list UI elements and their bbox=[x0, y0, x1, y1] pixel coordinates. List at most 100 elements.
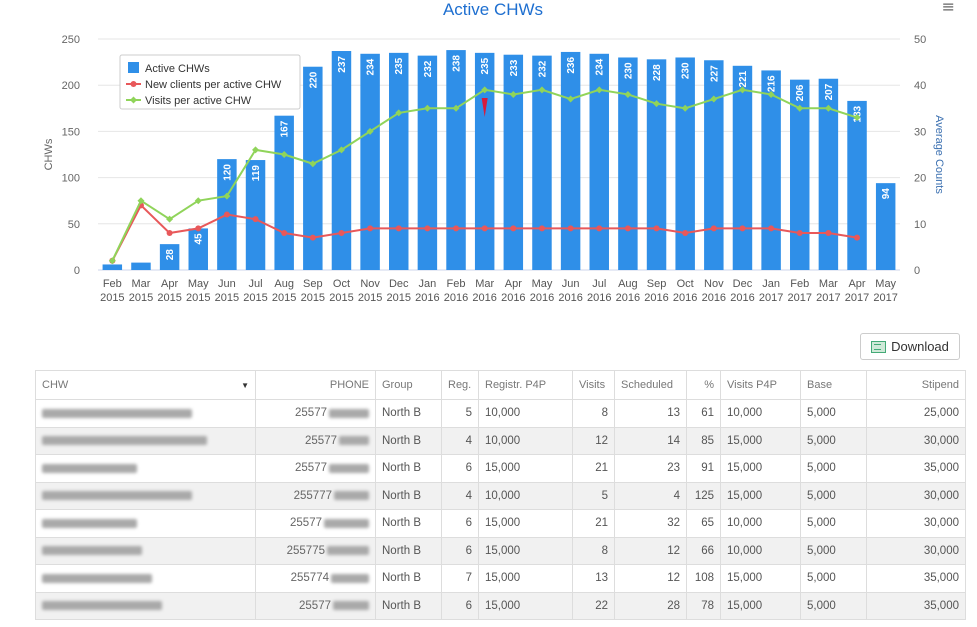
cell-reg: 5 bbox=[441, 399, 479, 428]
x-tick-label-year: 2015 bbox=[387, 292, 411, 304]
cell-chw-name bbox=[35, 564, 256, 593]
x-tick-label-month: Mar bbox=[131, 278, 150, 290]
bar-data-label: 120 bbox=[222, 164, 233, 181]
redacted-phone bbox=[339, 436, 369, 446]
cell-reg: 4 bbox=[441, 481, 479, 510]
bar-data-label: 232 bbox=[423, 60, 434, 77]
col-header-base[interactable]: Base bbox=[800, 370, 867, 400]
phone-prefix: 25577 bbox=[305, 434, 337, 447]
phone-prefix: 255774 bbox=[290, 572, 329, 585]
cell-base: 5,000 bbox=[800, 536, 867, 565]
chw-table: CHW ▼ PHONE Group Reg. Registr. P4P Visit… bbox=[35, 370, 966, 620]
redacted-phone bbox=[331, 573, 369, 583]
x-tick-label-year: 2017 bbox=[845, 292, 869, 304]
table-row[interactable]: 25577 North B 6 15,000 21 32 65 10,000 5,000 30,0… bbox=[35, 509, 966, 538]
y2-tick-label: 40 bbox=[914, 80, 926, 92]
bar-data-label: 216 bbox=[767, 75, 778, 92]
cell-group: North B bbox=[375, 536, 442, 565]
phone-prefix: 25577 bbox=[295, 407, 327, 420]
cell-percent: 125 bbox=[686, 481, 721, 510]
new-clients-point bbox=[682, 230, 689, 237]
cell-registr-p4p: 15,000 bbox=[478, 536, 573, 565]
col-header-stipend[interactable]: Stipend bbox=[866, 370, 966, 400]
bar bbox=[102, 264, 123, 270]
phone-prefix: 255777 bbox=[293, 489, 332, 502]
table-row[interactable]: 25577 North B 4 10,000 12 14 85 15,000 5,000 30,0… bbox=[35, 426, 966, 455]
cell-stipend: 30,000 bbox=[866, 481, 966, 510]
new-clients-point bbox=[223, 211, 230, 218]
download-label: Download bbox=[891, 339, 949, 354]
cell-phone: 25577 bbox=[255, 399, 376, 428]
x-tick-label-month: Apr bbox=[161, 278, 178, 290]
table-row[interactable]: 255777 North B 4 10,000 5 4 125 15,000 5,000 30,0… bbox=[35, 481, 966, 510]
legend-label: New clients per active CHW bbox=[145, 79, 282, 91]
x-tick-label-year: 2015 bbox=[100, 292, 124, 304]
bar-data-label: 227 bbox=[709, 65, 720, 82]
cell-visits-p4p: 10,000 bbox=[720, 536, 801, 565]
cell-group: North B bbox=[375, 454, 442, 483]
new-clients-point bbox=[567, 225, 574, 232]
legend-swatch-marker bbox=[130, 81, 137, 87]
cell-base: 5,000 bbox=[800, 564, 867, 593]
bar-data-label: 167 bbox=[280, 120, 291, 137]
table-row[interactable]: 255775 North B 6 15,000 8 12 66 10,000 5,000 30,0… bbox=[35, 536, 966, 565]
bar-data-label: 234 bbox=[595, 58, 606, 75]
col-header-phone[interactable]: PHONE bbox=[255, 370, 376, 400]
x-tick-label-year: 2017 bbox=[759, 292, 783, 304]
x-tick-label-year: 2016 bbox=[673, 292, 697, 304]
cell-visits-p4p: 10,000 bbox=[720, 399, 801, 428]
cell-scheduled: 4 bbox=[614, 481, 687, 510]
x-tick-label-year: 2016 bbox=[644, 292, 668, 304]
redacted-name bbox=[42, 463, 137, 473]
col-header-percent[interactable]: % bbox=[686, 370, 721, 400]
x-tick-label-month: Aug bbox=[618, 278, 638, 290]
y2-tick-label: 10 bbox=[914, 219, 926, 231]
bar bbox=[446, 50, 466, 271]
cell-chw-name bbox=[35, 454, 256, 483]
redacted-phone bbox=[333, 601, 369, 611]
col-header-visits-p4p[interactable]: Visits P4P bbox=[720, 370, 801, 400]
table-row[interactable]: 25577 North B 6 15,000 22 28 78 15,000 5,000 35,0… bbox=[35, 591, 966, 620]
cell-group: North B bbox=[375, 509, 442, 538]
col-header-reg[interactable]: Reg. bbox=[441, 370, 479, 400]
new-clients-point bbox=[367, 225, 374, 232]
cell-scheduled: 32 bbox=[614, 509, 687, 538]
cell-phone: 25577 bbox=[255, 509, 376, 538]
col-header-scheduled[interactable]: Scheduled bbox=[614, 370, 687, 400]
cell-visits: 8 bbox=[572, 536, 615, 565]
bar-data-label: 238 bbox=[452, 55, 463, 72]
x-tick-label-year: 2015 bbox=[186, 292, 210, 304]
cell-base: 5,000 bbox=[800, 454, 867, 483]
col-header-chw[interactable]: CHW ▼ bbox=[35, 370, 256, 400]
col-header-group[interactable]: Group bbox=[375, 370, 442, 400]
col-header-visits[interactable]: Visits bbox=[572, 370, 615, 400]
table-row[interactable]: 25577 North B 6 15,000 21 23 91 15,000 5,000 35,0… bbox=[35, 454, 966, 483]
new-clients-point bbox=[309, 234, 316, 241]
redacted-phone bbox=[334, 491, 369, 501]
x-tick-label-month: Nov bbox=[360, 278, 380, 290]
cell-percent: 66 bbox=[686, 536, 721, 565]
x-tick-label-year: 2015 bbox=[157, 292, 181, 304]
cell-stipend: 35,000 bbox=[866, 591, 966, 620]
new-clients-point bbox=[710, 225, 717, 232]
cell-registr-p4p: 15,000 bbox=[478, 591, 573, 620]
table-row[interactable]: 255774 North B 7 15,000 13 12 108 15,000 5,000 35… bbox=[35, 564, 966, 593]
new-clients-point bbox=[796, 230, 803, 237]
redacted-phone bbox=[329, 463, 369, 473]
x-tick-label-month: Apr bbox=[505, 278, 522, 290]
cell-registr-p4p: 15,000 bbox=[478, 564, 573, 593]
y2-axis-title: Average Counts bbox=[933, 115, 945, 194]
x-tick-label-year: 2016 bbox=[501, 292, 525, 304]
table-row[interactable]: 25577 North B 5 10,000 8 13 61 10,000 5,000 25,00… bbox=[35, 399, 966, 428]
cell-percent: 91 bbox=[686, 454, 721, 483]
bar-data-label: 233 bbox=[509, 59, 520, 76]
redacted-name bbox=[42, 518, 137, 528]
col-header-registr-p4p[interactable]: Registr. P4P bbox=[478, 370, 573, 400]
new-clients-point bbox=[624, 225, 631, 232]
new-clients-point bbox=[538, 225, 545, 232]
download-button[interactable]: Download bbox=[860, 333, 960, 360]
chart-menu-icon[interactable]: ≡ bbox=[942, 0, 955, 15]
caret-down-icon[interactable]: ▼ bbox=[241, 381, 249, 390]
bar-data-label: 230 bbox=[681, 62, 692, 79]
bar bbox=[704, 60, 724, 270]
